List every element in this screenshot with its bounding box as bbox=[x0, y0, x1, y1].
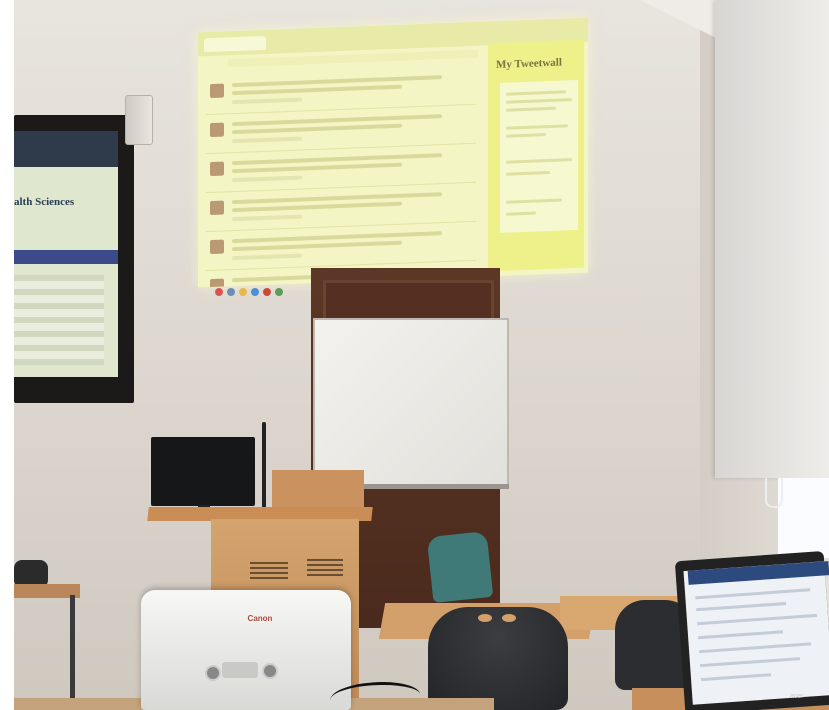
tweet-feed bbox=[206, 65, 476, 288]
tweet-text-line bbox=[232, 240, 402, 252]
tweet-text-line bbox=[232, 162, 402, 174]
classroom-scene: alth Sciences My Tweetwall Canon acer bbox=[0, 0, 829, 710]
tweet-meta-line bbox=[232, 214, 302, 222]
lectern-monitor bbox=[151, 437, 255, 506]
tweet-text-line bbox=[232, 153, 442, 166]
files-icon bbox=[227, 288, 235, 296]
tweet-text-line bbox=[232, 114, 442, 127]
tweet-text-line bbox=[232, 201, 402, 213]
play-icon bbox=[275, 288, 283, 296]
photo-border bbox=[0, 0, 14, 710]
docs-icon bbox=[251, 288, 259, 296]
chrome-icon bbox=[215, 288, 223, 296]
lectern-riser bbox=[272, 470, 364, 510]
microphone bbox=[262, 422, 266, 510]
avatar bbox=[210, 200, 224, 216]
tweet-meta-line bbox=[232, 97, 302, 105]
tweet-text-line bbox=[232, 123, 402, 135]
window-light bbox=[778, 478, 829, 558]
projector bbox=[141, 590, 351, 710]
laptop-brand-logo: acer bbox=[790, 693, 804, 700]
projected-taskbar bbox=[215, 283, 325, 296]
wall-speaker bbox=[125, 95, 153, 145]
tweet-meta-line bbox=[232, 175, 302, 183]
blind-cord bbox=[765, 478, 783, 508]
chair-handle-hole bbox=[502, 614, 516, 622]
tv-band bbox=[14, 250, 118, 264]
lectern-vent bbox=[250, 561, 288, 579]
tweet-meta-line bbox=[232, 253, 302, 261]
tweet-text-line bbox=[232, 84, 402, 96]
avatar bbox=[210, 122, 224, 138]
tweetwall-info-box bbox=[500, 79, 578, 233]
tv-browser-bar bbox=[14, 131, 118, 167]
projector-control-panel bbox=[222, 662, 258, 678]
projected-browser-tab bbox=[204, 35, 266, 53]
tweet-text-line bbox=[232, 75, 442, 88]
window-blind bbox=[715, 0, 829, 478]
tweet-text-line bbox=[232, 231, 442, 244]
projected-screen: My Tweetwall bbox=[198, 17, 588, 288]
dark-chair bbox=[428, 607, 568, 710]
table-leg bbox=[70, 595, 75, 710]
lectern-vent bbox=[307, 558, 343, 576]
youtube-icon bbox=[263, 288, 271, 296]
tv-content-lines bbox=[14, 275, 104, 365]
projector-button bbox=[262, 663, 278, 679]
teal-chair bbox=[426, 531, 494, 603]
avatar bbox=[210, 83, 224, 99]
tv-heading: alth Sciences bbox=[14, 196, 75, 208]
projector-button bbox=[205, 665, 221, 681]
tweet-meta-line bbox=[232, 136, 302, 144]
gmail-icon bbox=[239, 288, 247, 296]
tweet-text-line bbox=[232, 192, 442, 205]
chair-handle-hole bbox=[478, 614, 492, 622]
avatar bbox=[210, 239, 224, 255]
projector-brand-logo: Canon bbox=[247, 614, 273, 623]
whiteboard bbox=[313, 318, 509, 489]
avatar bbox=[210, 161, 224, 177]
